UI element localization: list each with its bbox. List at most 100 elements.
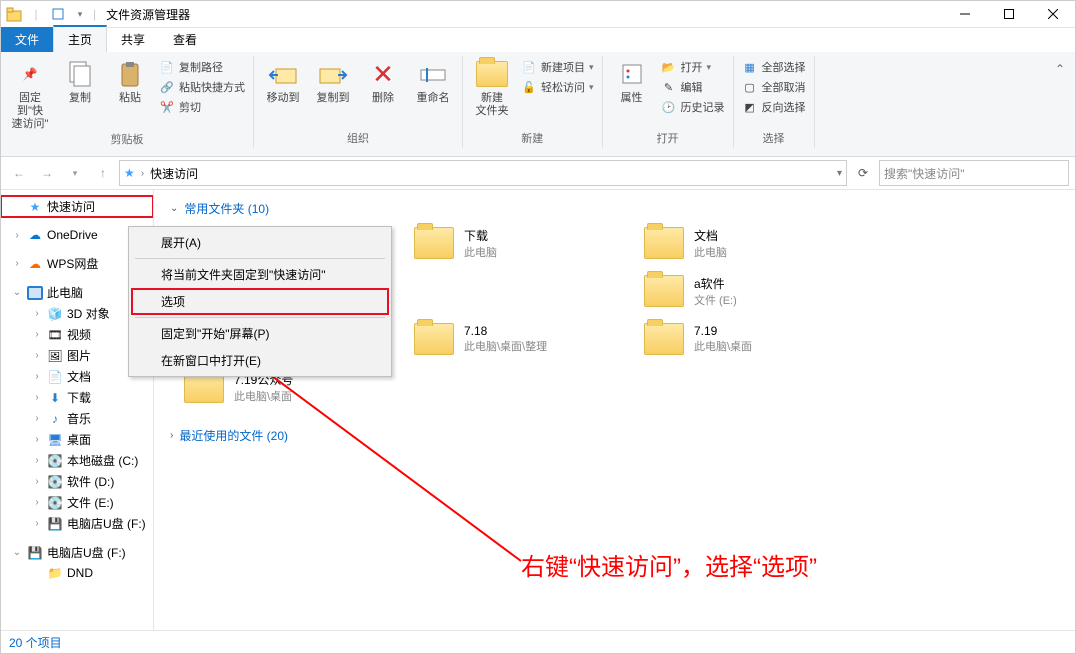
- ribbon: 📌 固定到"快 速访问" 复制 粘贴 📄复制路径 🔗粘贴快捷方式 ✂️剪切 剪: [1, 52, 1075, 157]
- tile-item[interactable]: 7.19此电脑\桌面: [644, 319, 854, 359]
- nav-soft-d[interactable]: ›💽软件 (D:): [1, 471, 153, 492]
- desktop-icon: 🖥: [47, 432, 63, 448]
- nav-recent-dropdown[interactable]: ▾: [63, 161, 87, 185]
- copy-path-button[interactable]: 📄复制路径: [157, 58, 247, 76]
- tab-home[interactable]: 主页: [53, 25, 107, 52]
- select-all-button[interactable]: ▦全部选择: [740, 58, 808, 76]
- copy-to-button[interactable]: 复制到: [310, 56, 356, 105]
- group-label: 组织: [260, 130, 456, 148]
- copy-button[interactable]: 复制: [57, 56, 103, 105]
- ribbon-collapse-icon[interactable]: ⌃: [1055, 56, 1075, 76]
- paste-shortcut-button[interactable]: 🔗粘贴快捷方式: [157, 78, 247, 96]
- tile-item[interactable]: 下载此电脑: [414, 223, 624, 263]
- music-icon: ♪: [47, 411, 63, 427]
- tile-item[interactable]: 7.18此电脑\桌面\整理: [414, 319, 624, 359]
- move-to-button[interactable]: 移动到: [260, 56, 306, 105]
- document-icon: 📄: [47, 369, 63, 385]
- group-label: 剪贴板: [7, 131, 247, 149]
- edit-button[interactable]: ✎编辑: [659, 78, 727, 96]
- section-frequent[interactable]: ⌄常用文件夹 (10): [170, 200, 1065, 217]
- invert-selection-button[interactable]: ◩反向选择: [740, 98, 808, 116]
- cloud-icon: ☁: [27, 256, 43, 272]
- window-title: 文件资源管理器: [100, 6, 943, 23]
- nav-downloads[interactable]: ›⬇下载: [1, 387, 153, 408]
- ctx-options[interactable]: 选项: [131, 288, 389, 315]
- tile-item[interactable]: a软件文件 (E:): [644, 271, 854, 311]
- caret-right-icon: ›: [170, 430, 173, 441]
- nav-doc-e[interactable]: ›💽文件 (E:): [1, 492, 153, 513]
- qat-properties-icon[interactable]: [49, 5, 67, 23]
- cube-icon: 🧊: [47, 306, 63, 322]
- nav-up-button[interactable]: ↑: [91, 161, 115, 185]
- ribbon-tabs: 文件 主页 共享 查看: [1, 28, 1075, 52]
- nav-dnd[interactable]: 📁DND: [1, 563, 153, 583]
- easy-access-button[interactable]: 🔓轻松访问▾: [519, 78, 596, 96]
- rename-button[interactable]: 重命名: [410, 56, 456, 105]
- status-text: 20 个项目: [9, 634, 62, 651]
- group-organize: 移动到 复制到 ✕删除 重命名 组织: [254, 56, 463, 148]
- cloud-icon: ☁: [27, 227, 43, 243]
- group-clipboard: 📌 固定到"快 速访问" 复制 粘贴 📄复制路径 🔗粘贴快捷方式 ✂️剪切 剪: [1, 56, 254, 148]
- nav-music[interactable]: ›♪音乐: [1, 408, 153, 429]
- maximize-button[interactable]: [987, 1, 1031, 27]
- history-icon: 🕑: [661, 99, 677, 115]
- rename-icon: [417, 58, 449, 90]
- tile-item[interactable]: 文档此电脑: [644, 223, 854, 263]
- ctx-expand[interactable]: 展开(A): [131, 229, 389, 256]
- search-input[interactable]: 搜索"快速访问": [879, 160, 1069, 186]
- drive-icon: 💽: [47, 474, 63, 490]
- close-button[interactable]: [1031, 1, 1075, 27]
- nav-forward-button[interactable]: →: [35, 161, 59, 185]
- qat-dropdown-icon[interactable]: ▾: [71, 5, 89, 23]
- usb-icon: 💾: [47, 516, 63, 532]
- ctx-pin-current[interactable]: 将当前文件夹固定到"快速访问": [131, 261, 389, 288]
- pin-quick-access-button[interactable]: 📌 固定到"快 速访问": [7, 56, 53, 131]
- star-icon: ★: [27, 199, 43, 215]
- address-bar[interactable]: ★ › 快速访问 ▾: [119, 160, 847, 186]
- cut-button[interactable]: ✂️剪切: [157, 98, 247, 116]
- nav-usb-f[interactable]: ›💾电脑店U盘 (F:): [1, 513, 153, 534]
- new-item-icon: 📄: [521, 59, 537, 75]
- delete-icon: ✕: [367, 58, 399, 90]
- tab-file[interactable]: 文件: [1, 27, 53, 52]
- doc-folder-icon: [644, 223, 684, 263]
- paste-button[interactable]: 粘贴: [107, 56, 153, 105]
- minimize-button[interactable]: [943, 1, 987, 27]
- picture-icon: 🖼: [47, 348, 63, 364]
- folder-icon: [644, 271, 684, 311]
- properties-button[interactable]: 属性: [609, 56, 655, 105]
- path-icon: 📄: [159, 59, 175, 75]
- pin-icon: 📌: [14, 58, 46, 90]
- properties-icon: [616, 58, 648, 90]
- select-none-icon: ▢: [742, 79, 758, 95]
- tab-share[interactable]: 共享: [107, 27, 159, 52]
- history-button[interactable]: 🕑历史记录: [659, 98, 727, 116]
- move-icon: [267, 58, 299, 90]
- invert-icon: ◩: [742, 99, 758, 115]
- easy-access-icon: 🔓: [521, 79, 537, 95]
- delete-button[interactable]: ✕删除: [360, 56, 406, 105]
- nav-back-button[interactable]: ←: [7, 161, 31, 185]
- ctx-new-window[interactable]: 在新窗口中打开(E): [131, 347, 389, 374]
- drive-icon: 💽: [47, 495, 63, 511]
- nav-usb-f-root[interactable]: ⌄💾电脑店U盘 (F:): [1, 542, 153, 563]
- nav-local-c[interactable]: ›💽本地磁盘 (C:): [1, 450, 153, 471]
- refresh-button[interactable]: ⟳: [851, 161, 875, 185]
- select-none-button[interactable]: ▢全部取消: [740, 78, 808, 96]
- folder-icon: [414, 319, 454, 359]
- shortcut-icon: 🔗: [159, 79, 175, 95]
- paste-icon: [114, 58, 146, 90]
- section-recent[interactable]: ›最近使用的文件 (20): [170, 427, 1065, 444]
- ctx-pin-start[interactable]: 固定到"开始"屏幕(P): [131, 320, 389, 347]
- title-bar: | ▾ | 文件资源管理器: [1, 1, 1075, 28]
- new-folder-button[interactable]: 新建 文件夹: [469, 56, 515, 118]
- group-new: 新建 文件夹 📄新建项目▾ 🔓轻松访问▾ 新建: [463, 56, 603, 148]
- new-item-button[interactable]: 📄新建项目▾: [519, 58, 596, 76]
- nav-quick-access[interactable]: ★快速访问: [1, 196, 153, 217]
- nav-desktop[interactable]: ›🖥桌面: [1, 429, 153, 450]
- status-bar: 20 个项目: [1, 630, 1075, 653]
- open-button[interactable]: 📂打开▾: [659, 58, 727, 76]
- usb-icon: 💾: [27, 545, 43, 561]
- address-dropdown-icon[interactable]: ▾: [837, 168, 842, 179]
- tab-view[interactable]: 查看: [159, 27, 211, 52]
